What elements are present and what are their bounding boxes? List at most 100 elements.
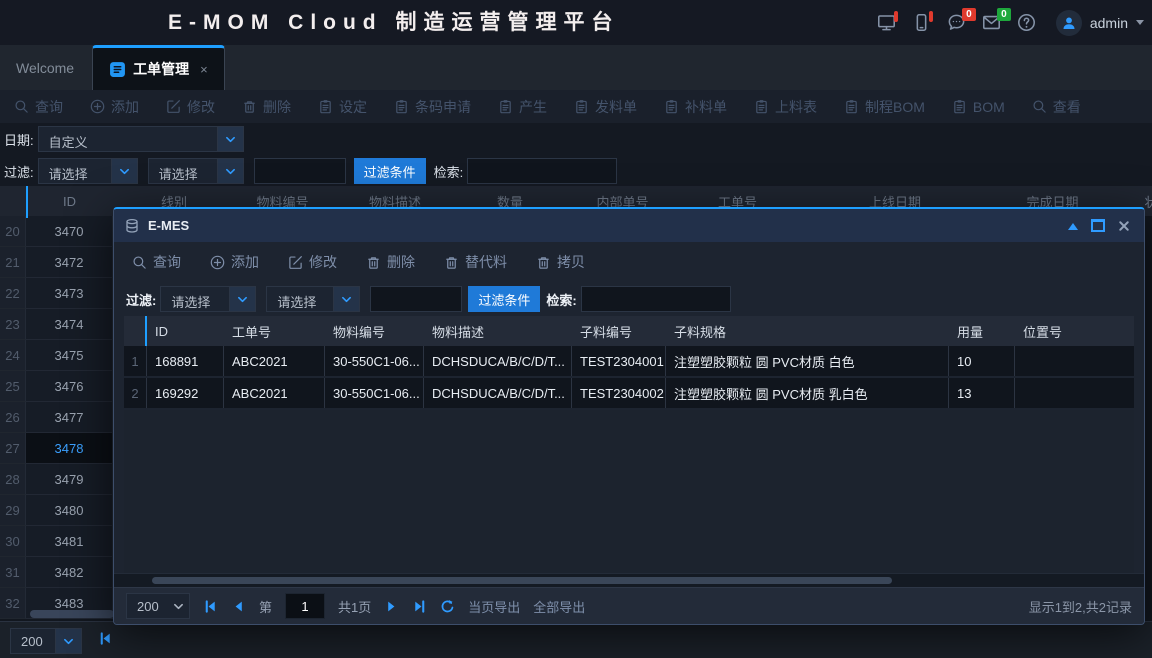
header-material-desc[interactable]: 物料描述: [424, 316, 572, 346]
filter-operator-select[interactable]: 请选择: [148, 158, 244, 184]
next-page-icon[interactable]: [384, 599, 399, 614]
date-select[interactable]: 自定义: [38, 126, 244, 152]
dialog-titlebar[interactable]: E-MES: [114, 209, 1144, 242]
date-select-value: 自定义: [39, 127, 217, 151]
refresh-icon[interactable]: [440, 599, 455, 614]
header-usage-qty[interactable]: 用量: [949, 316, 1015, 346]
dialog-filter-field-select[interactable]: 请选择: [160, 286, 256, 312]
collapse-icon[interactable]: [1068, 218, 1078, 230]
dialog-substitute-button[interactable]: 替代料: [444, 252, 507, 272]
toolbar-add-button[interactable]: 添加: [90, 97, 139, 117]
cell-id: 3481: [26, 526, 113, 557]
chevron-down-icon: [55, 629, 81, 653]
header-sub-material-no[interactable]: 子料编号: [572, 316, 666, 346]
prev-page-icon[interactable]: [231, 599, 246, 614]
chevron-down-icon: [333, 287, 359, 311]
horizontal-scrollbar-thumb[interactable]: [30, 610, 114, 618]
dialog-edit-label: 修改: [309, 252, 337, 272]
page-size-select[interactable]: 200: [10, 628, 82, 654]
dialog-delete-button[interactable]: 删除: [366, 252, 415, 272]
header-material-no[interactable]: 物料编号: [325, 316, 424, 346]
dialog-copy-label: 拷贝: [557, 252, 585, 272]
chevron-down-icon: [217, 127, 243, 151]
page-prefix-label: 第: [259, 597, 272, 616]
page-number-input[interactable]: [285, 593, 325, 619]
filter-value-input[interactable]: [254, 158, 346, 184]
export-all-link[interactable]: 全部导出: [533, 597, 585, 616]
toolbar-view-button[interactable]: 查看: [1032, 97, 1081, 117]
horizontal-scrollbar-thumb[interactable]: [152, 577, 892, 584]
header-sub-material-spec[interactable]: 子料规格: [666, 316, 949, 346]
first-page-icon[interactable]: [203, 599, 218, 614]
toolbar-refill-slip-button[interactable]: 补料单: [664, 97, 727, 117]
toolbar-issue-slip-button[interactable]: 发料单: [574, 97, 637, 117]
toolbar-process-bom-button[interactable]: 制程BOM: [844, 97, 925, 117]
dialog-filter-value-input[interactable]: [370, 286, 462, 312]
work-order-pagination-bar: 200: [0, 621, 1152, 658]
search-input[interactable]: [467, 158, 617, 184]
tab-close-icon[interactable]: ×: [200, 62, 208, 77]
row-number: 32: [0, 588, 26, 619]
cell-sub-material-no: TEST2304002: [572, 378, 666, 408]
last-page-icon[interactable]: [412, 599, 427, 614]
filter-field-select[interactable]: 请选择: [38, 158, 138, 184]
toolbar-bom-label: BOM: [973, 99, 1005, 115]
tab-work-order-management[interactable]: 工单管理 ×: [92, 45, 225, 90]
page-size-select[interactable]: 200: [126, 593, 190, 619]
dialog-edit-button[interactable]: 修改: [288, 252, 337, 272]
header-id[interactable]: ID: [147, 316, 224, 346]
edit-icon: [166, 99, 181, 114]
cell-position-no: [1015, 378, 1132, 408]
toolbar-refill-slip-label: 补料单: [685, 97, 727, 117]
mail-button[interactable]: 0: [980, 11, 1004, 35]
dialog-filter-operator-select[interactable]: 请选择: [266, 286, 360, 312]
header-position-no[interactable]: 位置号: [1015, 316, 1132, 346]
dialog-search-input[interactable]: [581, 286, 731, 312]
toolbar-query-button[interactable]: 查询: [14, 97, 63, 117]
toolbar-generate-button[interactable]: 产生: [498, 97, 547, 117]
cell-id: 3480: [26, 495, 113, 526]
toolbar-barcode-request-label: 条码申请: [415, 97, 471, 117]
dialog-copy-button[interactable]: 拷贝: [536, 252, 585, 272]
toolbar-set-button[interactable]: 设定: [318, 97, 367, 117]
filter-condition-button[interactable]: 过滤条件: [354, 158, 426, 184]
dialog-filter-condition-button[interactable]: 过滤条件: [468, 286, 540, 312]
toolbar-edit-button[interactable]: 修改: [166, 97, 215, 117]
date-filter-row: 日期: 自定义: [0, 123, 1152, 155]
table-empty-area: [124, 410, 1134, 573]
dialog-add-button[interactable]: 添加: [210, 252, 259, 272]
filter-row: 过滤: 请选择 请选择 过滤条件 检索:: [0, 155, 1152, 187]
export-current-page-link[interactable]: 当页导出: [468, 597, 520, 616]
chevron-down-icon: [169, 594, 189, 618]
user-menu[interactable]: admin: [1056, 10, 1144, 36]
toolbar-generate-label: 产生: [519, 97, 547, 117]
first-page-icon[interactable]: [98, 631, 113, 646]
toolbar-delete-button[interactable]: 删除: [242, 97, 291, 117]
row-number: 25: [0, 371, 26, 402]
header-work-order-no[interactable]: 工单号: [224, 316, 325, 346]
help-icon: [1017, 13, 1036, 32]
header-id[interactable]: ID: [26, 186, 113, 216]
app-title: E-MOM Cloud 制造运营管理平台: [168, 0, 619, 45]
messages-button[interactable]: 0: [945, 11, 969, 35]
bom-table-row[interactable]: 2 169292 ABC2021 30-550C1-06... DCHSDUCA…: [124, 378, 1134, 410]
bom-table-row[interactable]: 1 168891 ABC2021 30-550C1-06... DCHSDUCA…: [124, 346, 1134, 378]
help-button[interactable]: [1015, 11, 1039, 35]
toolbar-loading-table-button[interactable]: 上料表: [754, 97, 817, 117]
dialog-query-button[interactable]: 查询: [132, 252, 181, 272]
dialog-pagination-bar: 200 第 共1页 当页导出 全部导出 显示1到2,共2记录: [114, 587, 1144, 624]
phone-alert-badge: [929, 11, 933, 22]
cell-work-order-no: ABC2021: [224, 378, 325, 408]
avatar: [1056, 10, 1082, 36]
clipboard-icon: [574, 99, 589, 114]
tab-welcome[interactable]: Welcome: [0, 45, 90, 90]
monitor-alert-badge: [894, 11, 898, 22]
mobile-button[interactable]: [910, 11, 934, 35]
maximize-icon[interactable]: [1091, 219, 1105, 232]
desktop-monitor-button[interactable]: [875, 11, 899, 35]
dialog-horizontal-scrollbar[interactable]: [114, 573, 1144, 587]
toolbar-barcode-request-button[interactable]: 条码申请: [394, 97, 471, 117]
close-icon[interactable]: [1118, 220, 1130, 232]
toolbar-bom-button[interactable]: BOM: [952, 99, 1005, 115]
clipboard-icon: [318, 99, 333, 114]
